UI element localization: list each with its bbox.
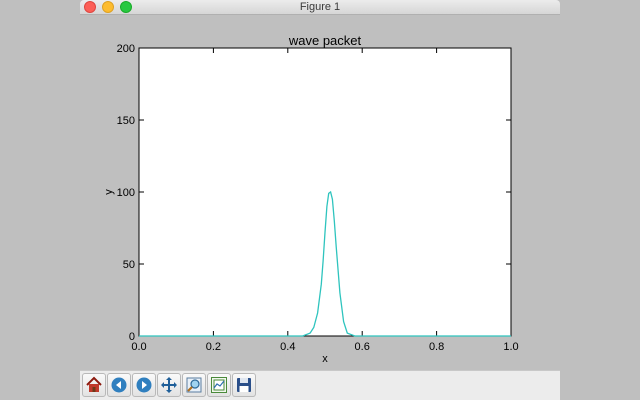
zoom-rectangle-icon [186, 377, 202, 393]
forward-button[interactable] [132, 373, 156, 397]
x-tick-label: 0.8 [429, 341, 444, 353]
figure-window: Figure 1 wave packet x y 0.0 0.2 0.4 0.6 0.8… [0, 0, 640, 400]
y-tick-label: 50 [123, 259, 135, 271]
zoom-to-rect-button[interactable] [182, 373, 206, 397]
y-axis-label: y [103, 189, 115, 195]
home-icon [86, 376, 102, 392]
save-floppy-icon [237, 378, 251, 392]
pan-move-icon [161, 377, 177, 393]
y-tick-label: 200 [117, 43, 135, 55]
x-tick-label: 1.0 [503, 341, 518, 353]
axes-background [138, 47, 512, 337]
save-figure-button[interactable] [232, 373, 256, 397]
chart-title: wave packet [288, 33, 362, 48]
x-tick-label: 0.4 [280, 341, 295, 353]
x-tick-label: 0.2 [206, 341, 221, 353]
pan-button[interactable] [157, 373, 181, 397]
y-tick-label: 150 [117, 115, 135, 127]
y-tick-label: 100 [117, 187, 135, 199]
plot-canvas[interactable]: wave packet x y 0.0 0.2 0.4 0.6 0.8 1.0050100… [0, 0, 640, 400]
x-axis-label: x [322, 353, 328, 365]
x-tick-label: 0.6 [355, 341, 370, 353]
home-button[interactable] [82, 373, 106, 397]
back-arrow-icon [111, 377, 127, 393]
forward-arrow-icon [136, 377, 152, 393]
y-tick-label: 0 [129, 331, 135, 343]
configure-subplots-button[interactable] [207, 373, 231, 397]
back-button[interactable] [107, 373, 131, 397]
configure-subplots-icon [211, 377, 227, 393]
